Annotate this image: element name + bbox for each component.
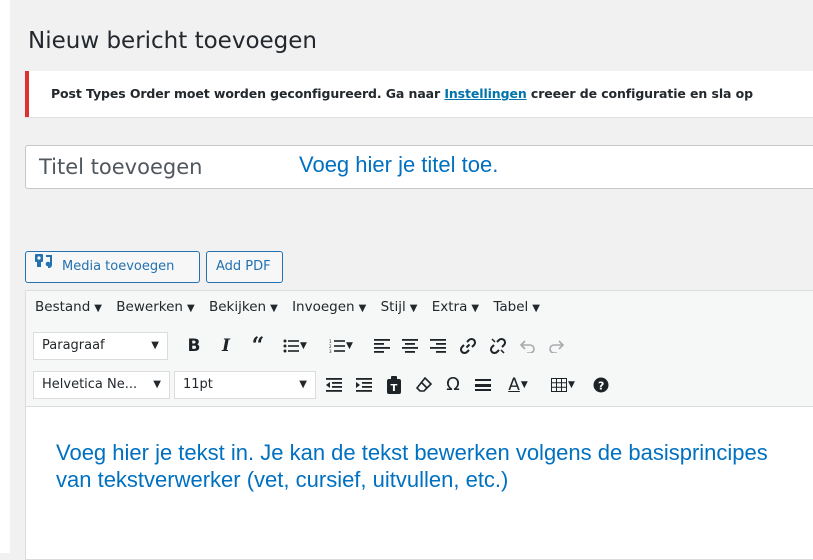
chevron-down-icon: ▼ — [270, 303, 278, 314]
svg-text:?: ? — [598, 380, 604, 393]
help-icon[interactable]: ? — [586, 371, 616, 399]
title-hint-annotation: Voeg hier je titel toe. — [299, 152, 499, 177]
font-size-select-value: 11pt — [183, 377, 213, 392]
font-family-select-value: Helvetica Ne... — [42, 377, 138, 392]
post-title-input[interactable]: Titel toevoegen Voeg hier je titel toe. — [25, 145, 813, 189]
font-family-select[interactable]: Helvetica Ne... ▼ — [33, 371, 170, 399]
svg-text:3: 3 — [329, 349, 332, 353]
notice-banner: Post Types Order moet worden geconfigure… — [25, 71, 813, 117]
editor-content[interactable]: Voeg hier je tekst in. Je kan de tekst b… — [56, 439, 796, 493]
classic-editor: Bestand ▼ Bewerken ▼ Bekijken ▼ Invoegen ▼ S… — [25, 290, 813, 560]
page-title: Nieuw bericht toevoegen — [28, 28, 317, 54]
link-icon[interactable] — [453, 332, 483, 360]
numbered-list-icon[interactable]: 1 2 3 ▼ — [321, 332, 361, 360]
format-select-value: Paragraaf — [42, 338, 105, 353]
text-color-icon[interactable]: A▼ — [498, 371, 538, 399]
chevron-down-icon: ▼ — [409, 303, 418, 314]
menu-table[interactable]: Tabel ▼ — [493, 299, 540, 315]
menu-style[interactable]: Stijl ▼ — [381, 299, 418, 315]
settings-link[interactable]: Instellingen — [444, 86, 526, 101]
menu-edit[interactable]: Bewerken ▼ — [116, 299, 194, 315]
chevron-down-icon: ▼ — [532, 303, 540, 314]
editor-toolbar: Bestand ▼ Bewerken ▼ Bekijken ▼ Invoegen ▼ S… — [26, 291, 813, 407]
svg-text:T: T — [391, 383, 398, 394]
blockquote-icon[interactable]: “ — [243, 332, 273, 360]
menu-insert-label: Invoegen — [292, 299, 355, 315]
notice-text-before: Post Types Order moet worden geconfigure… — [51, 86, 445, 101]
redo-icon[interactable] — [541, 332, 571, 360]
chevron-down-icon: ▼ — [186, 303, 195, 314]
chevron-down-icon: ▼ — [471, 303, 480, 314]
chevron-down-icon: ▼ — [358, 303, 367, 314]
clear-formatting-icon[interactable] — [409, 371, 439, 399]
special-character-icon[interactable]: Ω — [438, 371, 468, 399]
menu-table-label: Tabel — [493, 299, 529, 315]
undo-icon[interactable] — [513, 332, 543, 360]
unlink-icon[interactable] — [483, 332, 513, 360]
menu-edit-label: Bewerken — [116, 299, 183, 315]
title-placeholder: Titel toevoegen — [39, 155, 203, 179]
bullet-list-icon[interactable]: ▼ — [275, 332, 315, 360]
outdent-icon[interactable] — [319, 371, 349, 399]
align-center-icon[interactable] — [395, 332, 425, 360]
add-media-button[interactable]: Media toevoegen — [25, 251, 200, 283]
menu-view-label: Bekijken — [208, 299, 267, 315]
menu-extra-label: Extra — [431, 299, 468, 315]
menu-file[interactable]: Bestand ▼ — [35, 299, 102, 315]
paste-text-icon[interactable]: T — [379, 371, 409, 399]
media-icon — [34, 250, 56, 280]
add-media-label: Media toevoegen — [62, 259, 175, 274]
menu-insert[interactable]: Invoegen ▼ — [292, 299, 366, 315]
notice-text-after: creeer de configuratie en sla op — [526, 86, 753, 101]
bold-icon[interactable]: B — [179, 332, 209, 360]
font-size-select[interactable]: 11pt ▼ — [174, 371, 316, 399]
chevron-down-icon: ▼ — [94, 303, 102, 314]
chevron-down-icon: ▼ — [151, 340, 159, 351]
align-right-icon[interactable] — [423, 332, 453, 360]
notice-text: Post Types Order moet worden geconfigure… — [51, 86, 753, 101]
chevron-down-icon: ▼ — [299, 379, 307, 390]
menu-file-label: Bestand — [35, 299, 91, 315]
menu-style-label: Stijl — [380, 299, 406, 315]
italic-icon[interactable]: I — [211, 332, 241, 360]
indent-icon[interactable] — [349, 371, 379, 399]
editor-menubar: Bestand ▼ Bewerken ▼ Bekijken ▼ Invoegen ▼ S… — [35, 299, 550, 315]
sidebar-edge — [0, 0, 10, 553]
chevron-down-icon: ▼ — [153, 379, 161, 390]
align-left-icon[interactable] — [367, 332, 397, 360]
menu-view[interactable]: Bekijken ▼ — [209, 299, 278, 315]
menu-extra[interactable]: Extra ▼ — [432, 299, 479, 315]
add-pdf-button[interactable]: Add PDF — [206, 251, 283, 283]
horizontal-line-icon[interactable] — [468, 371, 498, 399]
format-select[interactable]: Paragraaf ▼ — [33, 332, 168, 360]
table-icon[interactable]: ▼ — [543, 371, 583, 399]
